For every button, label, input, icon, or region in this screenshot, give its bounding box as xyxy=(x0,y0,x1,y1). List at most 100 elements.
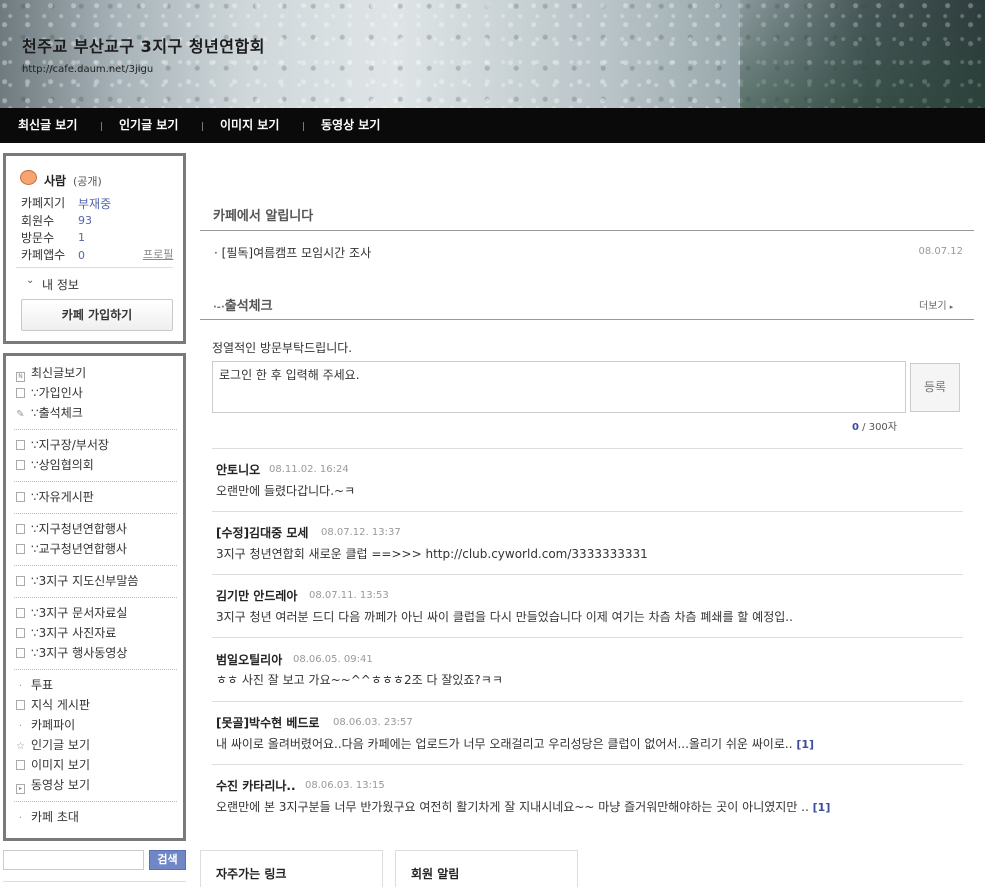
board-icon xyxy=(16,492,25,502)
comment-author[interactable]: [못골]박수현 베드로 xyxy=(216,714,319,731)
attendance-submit-button[interactable]: 등록 xyxy=(910,363,960,412)
more-link[interactable]: 더보기 ▸ xyxy=(919,297,953,312)
comment-author[interactable]: 안토니오 xyxy=(216,461,260,478)
comment-divider xyxy=(212,764,963,765)
comment-date: 08.06.05. 09:41 xyxy=(293,654,373,665)
board-icon xyxy=(16,544,25,554)
comment-text: 3지구 청년연합회 새로운 클럽 ==>>> http://club.cywor… xyxy=(216,547,648,561)
nav-images[interactable]: 이미지 보기 xyxy=(220,108,279,143)
menu-item-invite[interactable]: · 카페 초대 xyxy=(16,808,79,826)
comment-text: 3지구 청년 여러분 드디 다음 까페가 아닌 싸이 클럽을 다시 만들었습니다… xyxy=(216,610,793,624)
nav-popular-posts[interactable]: 인기글 보기 xyxy=(119,108,178,143)
char-counter: 0 / 300자 xyxy=(852,422,897,433)
menu-divider xyxy=(14,801,177,802)
notice-item[interactable]: · [필독]여름캠프 모임시간 조사 xyxy=(214,244,371,261)
dot-icon: · xyxy=(18,813,23,824)
member-count-value[interactable]: 93 xyxy=(78,214,92,227)
menu-item-images[interactable]: 이미지 보기 xyxy=(16,756,90,774)
menu-item-standing-council[interactable]: ∵상임협의회 xyxy=(16,456,94,474)
comment-date: 08.07.12. 13:37 xyxy=(321,527,401,538)
member-notice-title: 회원 알림 xyxy=(411,867,460,881)
menu-item-cafe-pie[interactable]: · 카페파이 xyxy=(16,716,75,734)
comment-author[interactable]: [수정]김대중 모세 xyxy=(216,524,308,541)
new-icon: N xyxy=(16,372,25,382)
nav-latest-posts[interactable]: 최신글 보기 xyxy=(18,108,77,143)
comment-text: 오랜만에 들렸다갑니다.~ㅋ xyxy=(216,484,356,498)
attendance-divider xyxy=(200,319,974,320)
comment-author[interactable]: 수진 카타리나.. xyxy=(216,777,296,794)
attendance-title: ·-·출석체크 xyxy=(213,299,273,314)
reply-count-link[interactable]: [1] xyxy=(796,738,814,751)
menu-item-attendance[interactable]: ✎ ∵출석체크 xyxy=(16,404,83,422)
nav-separator xyxy=(101,122,102,131)
attendance-comment-input[interactable]: 로그인 한 후 입력해 주세요. xyxy=(212,361,906,413)
cafe-profile-box: 사람 (공개) 카페지기 부재중 회원수 93 방문수 1 카페앱수 0 프로필… xyxy=(3,153,186,344)
menu-item-photos[interactable]: ∵3지구 사진자료 xyxy=(16,624,116,642)
cafe-app-count-value: 0 xyxy=(78,249,85,262)
cafe-url[interactable]: http://cafe.daum.net/3jigu xyxy=(22,64,153,75)
member-notice-panel: 회원 알림 xyxy=(395,850,578,887)
chevron-down-icon[interactable]: ⌄ xyxy=(26,275,34,286)
cafe-level-face-icon xyxy=(20,170,37,185)
video-icon: ▸ xyxy=(16,784,25,794)
menu-item-district-leaders[interactable]: ∵지구장/부서장 xyxy=(16,436,109,454)
cafe-manager-value: 부재중 xyxy=(78,197,112,211)
menu-item-free-board[interactable]: ∵자유게시판 xyxy=(16,488,94,506)
favorite-links-title: 자주가는 링크 xyxy=(216,867,287,881)
notice-divider xyxy=(200,230,974,231)
cafe-menu: N 최신글보기 ∵가입인사 ✎ ∵출석체크 ∵지구장/부서장 ∵상임협의회 ∵자유게… xyxy=(3,353,186,841)
menu-item-documents[interactable]: ∵3지구 문서자료실 xyxy=(16,604,127,622)
comment-date: 08.11.02. 16:24 xyxy=(269,464,349,475)
reply-count-link[interactable]: [1] xyxy=(813,801,831,814)
menu-divider xyxy=(14,565,177,566)
menu-divider xyxy=(14,669,177,670)
cafe-level-name: 사람 xyxy=(44,174,67,188)
visit-count-value: 1 xyxy=(78,231,85,244)
nav-videos[interactable]: 동영상 보기 xyxy=(321,108,380,143)
comment-date: 08.06.03. 13:15 xyxy=(305,780,385,791)
knowledge-icon xyxy=(16,700,25,710)
nav-separator xyxy=(303,122,304,131)
menu-item-district-events[interactable]: ∵지구청년연합행사 xyxy=(16,520,127,538)
nav-separator xyxy=(202,122,203,131)
cafe-app-count-label: 카페앱수 xyxy=(21,248,66,262)
board-icon xyxy=(16,388,25,398)
comment-author[interactable]: 김기만 안드레아 xyxy=(216,587,297,604)
cafe-manager-label: 카페지기 xyxy=(21,196,66,210)
cafe-title[interactable]: 천주교 부산교구 3지구 청년연합회 xyxy=(22,33,265,57)
menu-divider xyxy=(14,481,177,482)
cafe-search-input[interactable] xyxy=(3,850,144,870)
menu-divider xyxy=(14,429,177,430)
menu-divider xyxy=(14,597,177,598)
menu-item-latest[interactable]: N 최신글보기 xyxy=(16,364,86,382)
cafe-search-button[interactable]: 검색 xyxy=(149,850,186,870)
image-icon xyxy=(16,760,25,770)
notice-title: 카페에서 알립니다 xyxy=(213,209,314,224)
menu-item-greetings[interactable]: ∵가입인사 xyxy=(16,384,83,402)
comment-divider xyxy=(212,637,963,638)
comment-divider xyxy=(212,448,963,449)
comment-text: 오랜만에 본 3지구분들 너무 반가웠구요 여전히 활기차게 잘 지내시네요~~… xyxy=(216,800,831,814)
photo-board-icon xyxy=(16,628,25,638)
comment-text: 내 싸이로 올려버렸어요..다음 카페에는 업로드가 너무 오래걸리고 우리성당… xyxy=(216,737,815,751)
board-icon xyxy=(16,648,25,658)
board-icon xyxy=(16,440,25,450)
visit-count-label: 방문수 xyxy=(21,231,55,245)
attendance-deco-icon: ·-· xyxy=(213,302,225,313)
menu-item-knowledge[interactable]: 지식 게시판 xyxy=(16,696,90,714)
profile-link[interactable]: 프로필 xyxy=(143,246,173,262)
menu-item-event-videos[interactable]: ∵3지구 행사동영상 xyxy=(16,644,127,662)
sidebar-divider xyxy=(3,881,186,882)
comment-author[interactable]: 범일오틸리아 xyxy=(216,651,282,668)
board-icon xyxy=(16,460,25,470)
my-info-toggle[interactable]: 내 정보 xyxy=(42,276,79,293)
arrow-right-icon: ▸ xyxy=(949,303,954,311)
menu-item-vote[interactable]: · 투표 xyxy=(16,676,53,694)
menu-item-popular[interactable]: ☆ 인기글 보기 xyxy=(16,736,90,754)
menu-item-priest-words[interactable]: ∵3지구 지도신부말씀 xyxy=(16,572,138,590)
join-cafe-button[interactable]: 카페 가입하기 xyxy=(21,299,173,331)
menu-item-diocese-events[interactable]: ∵교구청년연합행사 xyxy=(16,540,127,558)
menu-item-videos[interactable]: ▸ 동영상 보기 xyxy=(16,776,90,794)
top-nav: 최신글 보기 인기글 보기 이미지 보기 동영상 보기 xyxy=(0,108,985,143)
dot-icon: · xyxy=(18,681,23,692)
